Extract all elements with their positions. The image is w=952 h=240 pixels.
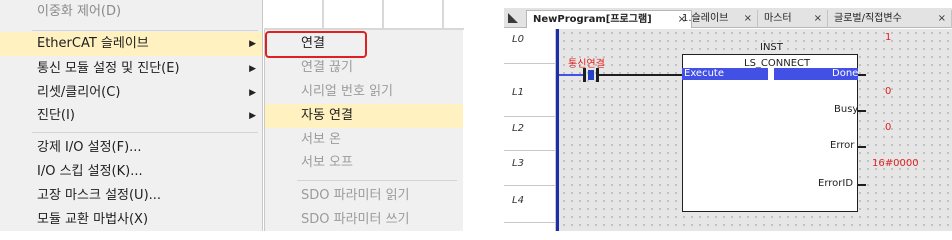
tab-bar: NewProgram[프로그램] × 1.슬레이브 × 마스터 × 글로벌/직접… — [504, 8, 952, 28]
close-icon[interactable]: × — [744, 10, 752, 27]
rung-number-column: L0 L1 L2 L3 L4 — [504, 29, 556, 231]
rung-divider — [504, 185, 556, 186]
menu-item-servo-on[interactable]: 서보 온 — [265, 128, 463, 152]
fb-input-execute: Execute — [684, 68, 724, 79]
rung-divider — [504, 150, 556, 151]
menu-item-label: 서보 온 — [301, 132, 342, 147]
power-rail — [556, 29, 559, 231]
menu-separator — [297, 180, 457, 181]
tab-label: 마스터 — [764, 13, 792, 24]
rung-label: L3 — [512, 158, 524, 169]
menu-item-redundancy-control[interactable]: 이중화 제어(D) — [0, 0, 262, 24]
wire — [858, 184, 866, 186]
menu-item-comm-module-diagnosis[interactable]: 통신 모듈 설정 및 진단(E) ▶ — [0, 57, 262, 81]
menu-item-label: SDO 파라미터 읽기 — [301, 188, 410, 203]
fb-output-busy: Busy — [834, 104, 859, 115]
context-menu-main: 이중화 제어(D) EtherCAT 슬레이브 ▶ 통신 모듈 설정 및 진단(… — [0, 0, 263, 231]
contact-state-icon[interactable] — [588, 70, 594, 80]
menu-item-label: 고장 마스크 설정(U)... — [37, 188, 162, 203]
menu-item-label: 모듈 교환 마법사(X) — [37, 212, 149, 227]
close-icon[interactable]: × — [814, 10, 822, 27]
monitor-value-error: 0 — [885, 122, 892, 133]
tab-master[interactable]: 마스터 × — [758, 10, 828, 28]
menu-item-label: SDO 파라미터 쓰기 — [301, 212, 410, 227]
menu-item-servo-off[interactable]: 서보 오프 — [265, 151, 463, 175]
tab-scroll-icon[interactable] — [508, 13, 518, 23]
rung-label: L0 — [512, 34, 524, 45]
menu-item-label: 진단(I) — [37, 108, 75, 123]
menu-item-label: 연결 끊기 — [301, 60, 353, 75]
menu-item-ethercat-slave[interactable]: EtherCAT 슬레이브 ▶ — [0, 32, 262, 56]
submenu-arrow-icon: ▶ — [249, 88, 256, 98]
menu-item-read-serial[interactable]: 시리얼 번호 읽기 — [265, 80, 463, 104]
wire — [559, 74, 583, 76]
menu-item-sdo-write[interactable]: SDO 파라미터 쓰기 — [265, 208, 463, 232]
close-icon[interactable]: × — [938, 10, 946, 27]
wire — [858, 110, 866, 112]
menu-item-label: EtherCAT 슬레이브 — [37, 36, 149, 51]
fb-instance-name: INST — [760, 42, 783, 53]
monitor-value-busy: 0 — [885, 86, 892, 97]
rung-divider — [504, 63, 556, 64]
wire — [858, 74, 866, 76]
menu-item-label: 시리얼 번호 읽기 — [301, 84, 393, 99]
menu-separator — [32, 30, 258, 31]
monitor-value-done: 1 — [885, 32, 892, 43]
menu-item-sdo-read[interactable]: SDO 파라미터 읽기 — [265, 184, 463, 208]
menu-item-io-skip[interactable]: I/O 스킵 설정(K)... — [0, 160, 262, 184]
submenu-arrow-icon: ▶ — [249, 64, 256, 74]
wire — [858, 146, 866, 148]
menu-item-label: 서보 오프 — [301, 155, 353, 170]
menu-item-force-io[interactable]: 강제 I/O 설정(F)... — [0, 136, 262, 160]
menu-item-disconnect[interactable]: 연결 끊기 — [265, 56, 463, 80]
fb-output-errorid: ErrorID — [818, 178, 854, 189]
menu-item-label: 강제 I/O 설정(F)... — [37, 140, 142, 155]
menu-item-auto-connect[interactable]: 자동 연결 — [265, 104, 463, 128]
tab-label: 1.슬레이브 — [682, 13, 729, 24]
menu-item-fault-mask[interactable]: 고장 마스크 설정(U)... — [0, 184, 262, 208]
rung-label: L2 — [512, 123, 524, 134]
tab-slave[interactable]: 1.슬레이브 × — [676, 10, 758, 28]
tab-new-program[interactable]: NewProgram[프로그램] × — [526, 10, 692, 28]
contact-left-bar — [583, 68, 586, 82]
tab-label: NewProgram[프로그램] — [533, 14, 652, 25]
contact-label: 통신연결 — [568, 59, 605, 70]
rung-divider — [504, 222, 556, 223]
menu-item-diagnosis[interactable]: 진단(I) ▶ — [0, 104, 262, 128]
rung-label: L4 — [512, 195, 524, 206]
rung-label: L1 — [512, 87, 524, 98]
fb-output-error: Error — [830, 140, 855, 151]
tab-label: 글로벌/직접변수 — [834, 13, 902, 24]
monitor-value-errorid: 16#0000 — [872, 158, 919, 169]
tab-global-variables[interactable]: 글로벌/직접변수 × — [828, 10, 952, 28]
fb-output-done: Done — [832, 68, 859, 79]
menu-item-label: 이중화 제어(D) — [37, 4, 122, 19]
menu-item-label: 리셋/클리어(C) — [37, 85, 121, 100]
menu-item-label: I/O 스킵 설정(K)... — [37, 164, 143, 179]
submenu-arrow-icon: ▶ — [249, 39, 256, 49]
ladder-editor: NewProgram[프로그램] × 1.슬레이브 × 마스터 × 글로벌/직접… — [504, 8, 952, 231]
menu-separator — [32, 132, 258, 133]
submenu-arrow-icon: ▶ — [249, 111, 256, 121]
rung-divider — [504, 116, 556, 117]
background-grid — [264, 0, 464, 30]
menu-item-label: 자동 연결 — [301, 108, 353, 123]
wire — [599, 74, 682, 76]
menu-item-label: 통신 모듈 설정 및 진단(E) — [37, 61, 180, 76]
menu-item-module-swap-wizard[interactable]: 모듈 교환 마법사(X) — [0, 208, 262, 232]
menu-item-reset-clear[interactable]: 리셋/클리어(C) ▶ — [0, 81, 262, 105]
highlight-outline — [265, 31, 367, 58]
context-menu-ethercat: 연결 연결 끊기 시리얼 번호 읽기 자동 연결 서보 온 서보 오프 SDO … — [264, 30, 463, 231]
